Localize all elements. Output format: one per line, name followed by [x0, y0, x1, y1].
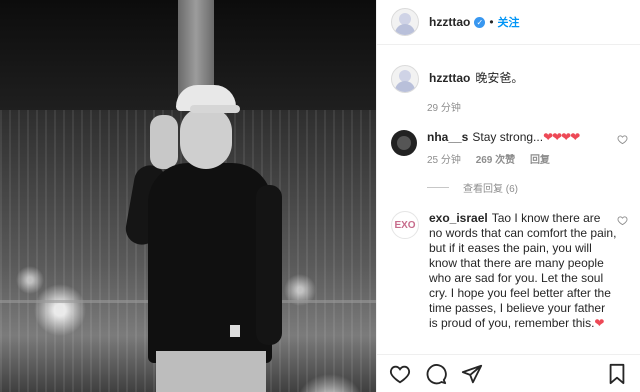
- caption-text: 晚安爸。: [475, 71, 524, 85]
- caption: hzzttao 晚安爸。: [391, 65, 628, 93]
- replies-divider: [427, 187, 449, 188]
- comment-item: nha__s Stay strong...❤❤❤❤ 25 分钟 269 次赞 回复: [391, 130, 628, 168]
- view-replies-label: 查看回复 (6): [463, 184, 518, 195]
- action-bar: [377, 354, 640, 392]
- commenter-avatar[interactable]: [391, 130, 417, 156]
- pants: [156, 351, 266, 392]
- comment-item: EXO exo_israel Tao I know there are no wo…: [391, 211, 628, 331]
- comment-time: 25 分钟: [427, 155, 461, 166]
- commenter-username[interactable]: nha__s: [427, 130, 468, 144]
- post-header: hzzttao ✓ • 关注: [377, 0, 640, 45]
- shirt: [148, 163, 272, 363]
- person-figure: [123, 85, 290, 392]
- heart-emoji: ❤❤❤❤: [543, 130, 580, 144]
- comment-meta: 25 分钟 269 次赞 回复: [427, 153, 615, 168]
- commenter-username[interactable]: exo_israel: [429, 211, 488, 225]
- reply-button[interactable]: 回复: [530, 155, 550, 166]
- post-photo[interactable]: [0, 0, 376, 392]
- follow-button[interactable]: 关注: [498, 14, 520, 30]
- comment-icon[interactable]: [425, 363, 447, 385]
- heart-icon[interactable]: [389, 363, 411, 385]
- comment-like-heart-icon[interactable]: [617, 215, 628, 229]
- commenter-avatar[interactable]: EXO: [391, 211, 419, 239]
- comment-text: Stay strong...: [472, 130, 544, 144]
- comment-text: Tao I know there are no words that can c…: [429, 211, 617, 330]
- post-sidebar: hzzttao ✓ • 关注 hzzttao 晚安爸。 29 分钟 nha__s S…: [376, 0, 640, 392]
- shirt-badge: [230, 325, 240, 337]
- author-avatar[interactable]: [391, 8, 419, 36]
- lowered-arm: [256, 185, 282, 345]
- verified-icon: ✓: [474, 16, 486, 28]
- cap-brim: [190, 105, 240, 113]
- comment-like-heart-icon[interactable]: [617, 134, 628, 148]
- caption-avatar[interactable]: [391, 65, 419, 93]
- caption-timestamp: 29 分钟: [427, 103, 461, 114]
- separator-dot: •: [489, 15, 494, 29]
- peace-sign-hand: [150, 115, 178, 169]
- comment-likes[interactable]: 269 次赞: [476, 155, 515, 166]
- comments-section: hzzttao 晚安爸。 29 分钟 nha__s Stay strong...❤❤…: [377, 65, 640, 331]
- heart-emoji: ❤: [594, 316, 604, 330]
- instagram-post: hzzttao ✓ • 关注 hzzttao 晚安爸。 29 分钟 nha__s S…: [0, 0, 640, 392]
- bookmark-icon[interactable]: [606, 363, 628, 385]
- view-replies-button[interactable]: 查看回复 (6): [427, 180, 628, 195]
- author-username[interactable]: hzzttao: [429, 15, 470, 29]
- send-icon[interactable]: [461, 363, 483, 385]
- face: [180, 107, 232, 169]
- caption-username[interactable]: hzzttao: [429, 71, 470, 85]
